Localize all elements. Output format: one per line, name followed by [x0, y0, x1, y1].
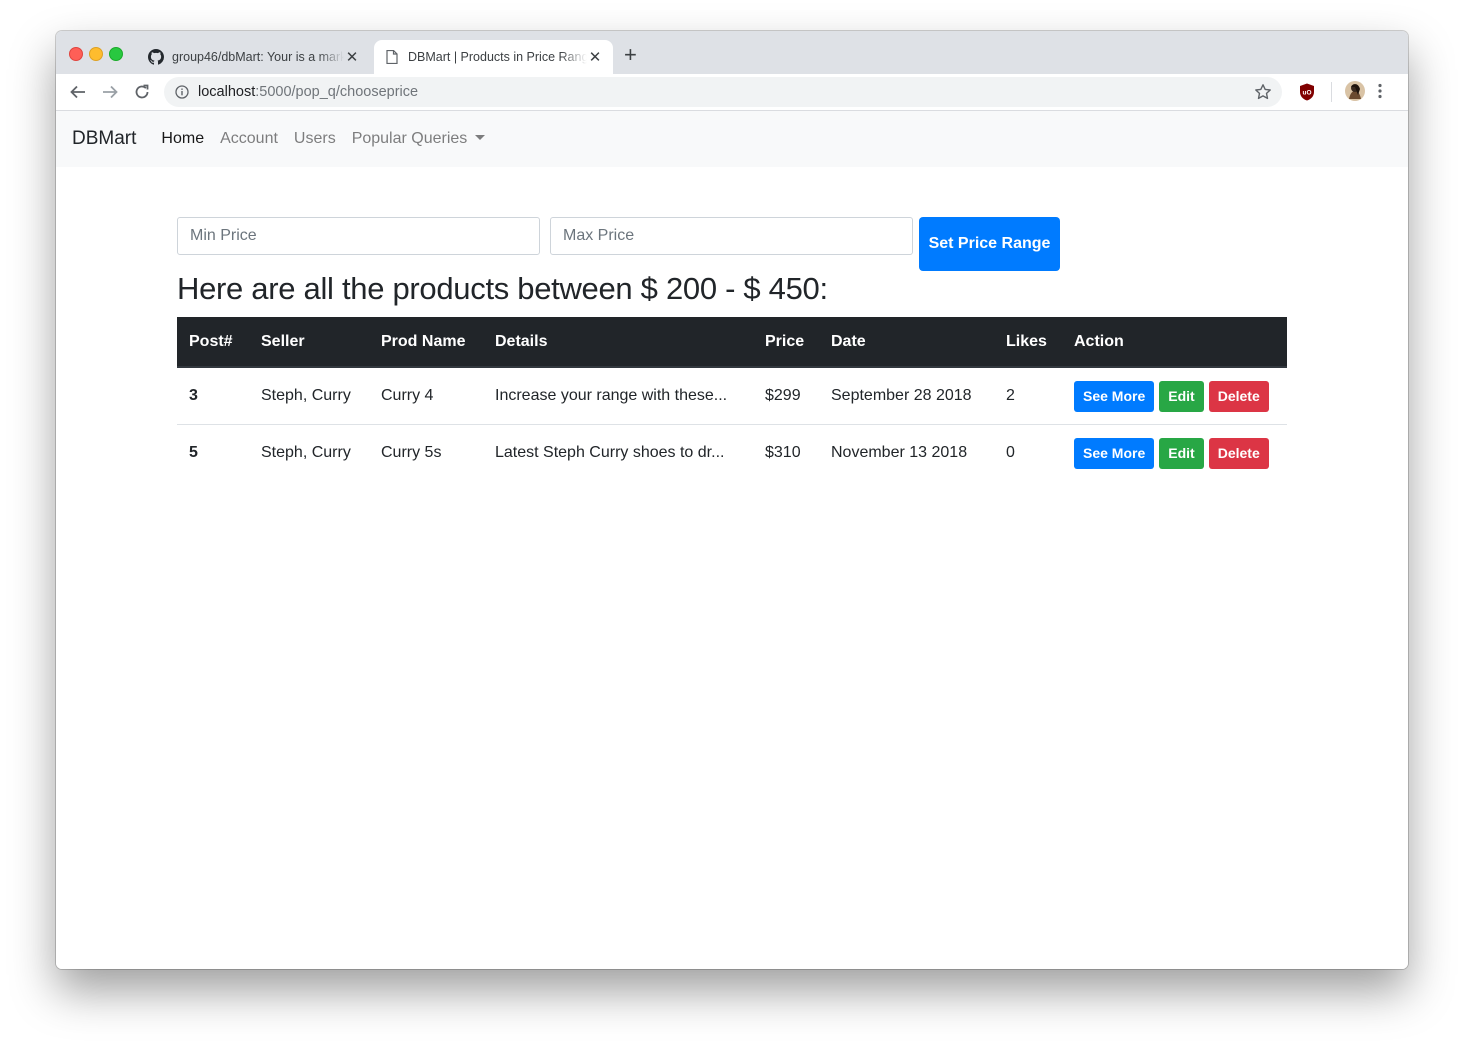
cell-date: November 13 2018 [819, 424, 994, 481]
delete-button[interactable]: Delete [1208, 437, 1269, 469]
nav-home[interactable]: Home [161, 130, 204, 148]
min-price-input[interactable] [177, 217, 540, 255]
brand-logo[interactable]: DBMart [72, 128, 136, 150]
url-host: localhost [198, 84, 256, 100]
nav-users[interactable]: Users [294, 130, 336, 148]
url-path: :5000/pop_q/chooseprice [255, 84, 419, 100]
new-tab-button[interactable]: + [624, 44, 637, 66]
tab-github[interactable]: group46/dbMart: Your is a marketplace ✕ [138, 40, 370, 74]
col-details: Details [483, 317, 753, 368]
profile-avatar[interactable] [1345, 81, 1365, 106]
url-text: localhost:5000/pop_q/chooseprice [198, 84, 418, 100]
cell-prod-name: Curry 4 [381, 387, 434, 404]
table-row: 5 Steph, Curry Curry 5s Latest Steph Cur… [177, 424, 1287, 481]
close-tab-icon[interactable]: ✕ [587, 48, 603, 66]
ublock-icon[interactable]: uO [1299, 83, 1315, 106]
table-header-row: Post# Seller Prod Name Details Price Dat… [177, 317, 1287, 368]
see-more-button[interactable]: See More [1074, 380, 1155, 412]
nav-popular-queries-label: Popular Queries [351, 130, 468, 147]
products-table: Post# Seller Prod Name Details Price Dat… [177, 317, 1287, 481]
max-price-input[interactable] [550, 217, 913, 255]
page-content: DBMart Home Account Users Popular Querie… [56, 111, 1408, 969]
cell-post: 5 [177, 424, 249, 481]
svg-text:uO: uO [1302, 90, 1311, 97]
delete-button[interactable]: Delete [1208, 380, 1269, 412]
browser-window: group46/dbMart: Your is a marketplace ✕ … [56, 31, 1408, 969]
browser-toolbar: localhost:5000/pop_q/chooseprice uO [56, 74, 1408, 111]
edit-button[interactable]: Edit [1159, 380, 1204, 412]
bookmark-star-icon[interactable] [1254, 83, 1272, 101]
back-icon[interactable] [67, 81, 89, 103]
reload-icon[interactable] [131, 81, 153, 103]
cell-post: 3 [189, 387, 198, 404]
tab-title: group46/dbMart: Your is a marketplace [172, 50, 344, 64]
col-seller: Seller [249, 317, 369, 368]
github-icon [148, 49, 164, 65]
cell-actions: See More Edit Delete [1062, 424, 1287, 481]
cell-likes: 2 [1006, 387, 1015, 404]
cell-date: September 28 2018 [831, 387, 972, 404]
cell-details: Latest Steph Curry shoes to dr... [483, 424, 753, 481]
close-tab-icon[interactable]: ✕ [344, 48, 360, 66]
col-date: Date [819, 317, 994, 368]
site-navbar: DBMart Home Account Users Popular Querie… [56, 111, 1408, 167]
col-price: Price [753, 317, 819, 368]
nav-account[interactable]: Account [220, 130, 278, 148]
tab-strip: group46/dbMart: Your is a marketplace ✕ … [56, 31, 1408, 74]
cell-price: $299 [765, 387, 801, 404]
cell-seller: Steph, Curry [261, 387, 351, 404]
cell-details: Increase your range with these... [495, 387, 728, 404]
set-price-range-button[interactable]: Set Price Range [919, 217, 1060, 271]
edit-button[interactable]: Edit [1159, 437, 1204, 469]
minimize-window-button[interactable] [89, 47, 103, 61]
dropdown-caret-icon [475, 135, 486, 140]
cell-prod-name: Curry 5s [369, 424, 483, 481]
nav-popular-queries[interactable]: Popular Queries [352, 130, 486, 148]
table-row: 3 Steph, Curry Curry 4 Increase your ran… [177, 367, 1287, 425]
menu-icon[interactable] [1378, 83, 1382, 104]
col-prod-name: Prod Name [369, 317, 483, 368]
see-more-button[interactable]: See More [1074, 437, 1155, 469]
toolbar-divider [1331, 82, 1332, 102]
col-action: Action [1062, 317, 1287, 368]
tab-title: DBMart | Products in Price Range [408, 50, 587, 64]
tab-products[interactable]: DBMart | Products in Price Range ✕ [374, 40, 613, 74]
col-post: Post# [177, 317, 249, 368]
cell-likes: 0 [994, 424, 1062, 481]
close-window-button[interactable] [69, 47, 83, 61]
col-likes: Likes [994, 317, 1062, 368]
page-heading: Here are all the products between $ 200 … [177, 271, 828, 306]
info-icon[interactable] [174, 84, 190, 100]
maximize-window-button[interactable] [109, 47, 123, 61]
address-bar[interactable]: localhost:5000/pop_q/chooseprice [164, 77, 1282, 107]
forward-icon[interactable] [99, 81, 121, 103]
page-icon [384, 49, 400, 65]
cell-seller: Steph, Curry [249, 424, 369, 481]
cell-actions: See More Edit Delete [1062, 367, 1287, 425]
cell-price: $310 [753, 424, 819, 481]
